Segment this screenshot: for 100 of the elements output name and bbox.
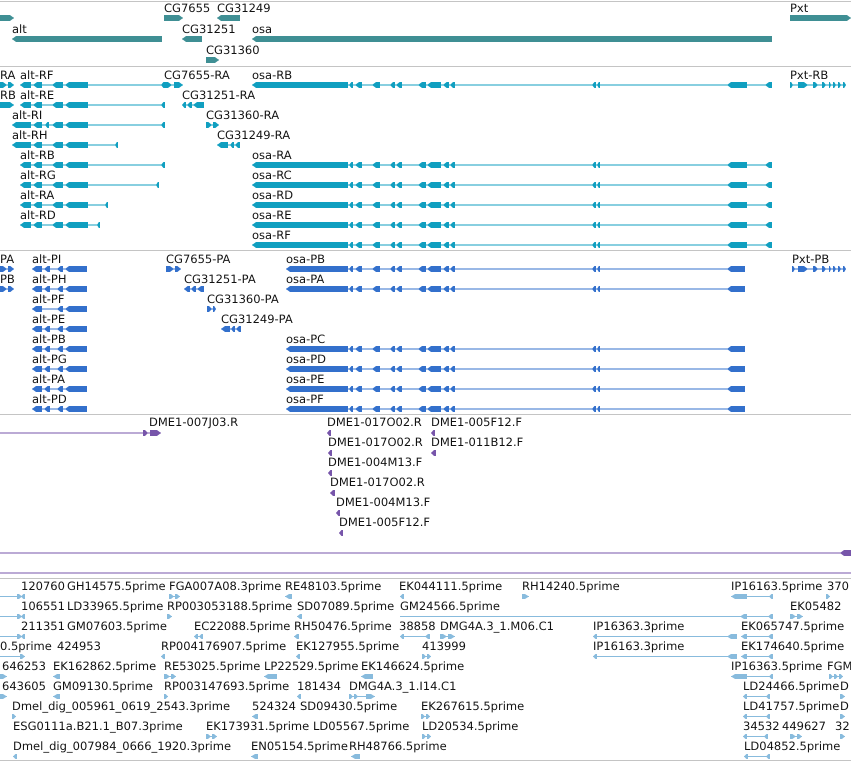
feature-label: RP003147693.5prime [164,679,290,693]
feature-label: LD24466.5prime [743,679,840,693]
feature-label: 106551 [21,599,65,613]
feature-label: DME1-005F12.F [431,415,522,429]
feature-label: RA [0,68,16,82]
feature-label: EK173931.5prime [206,719,310,733]
feature-label: osa-RC [252,168,292,182]
feature-label: DME1-017O02.R [328,435,423,449]
feature-label: osa-PB [286,252,326,266]
feature-label: alt-PG [32,352,67,366]
feature-label: CG7655-RA [164,68,230,82]
feature-label: EK162862.5prime [53,659,156,673]
feature-label: osa [252,22,272,36]
feature-label: GM07603.5prime [67,619,167,633]
feature-label: alt-RF [20,68,54,82]
feature-label: DME1-005F12.F [339,515,430,529]
feature-label: FGM [827,659,851,673]
feature-label: DMG4A.3_1.I14.C1 [349,679,456,693]
feature-label: Dmel_dig_007984_0666_1920.3prime [13,739,232,753]
feature-label: IP16363.3prime [593,619,684,633]
feature-label: osa-RB [252,68,292,82]
feature-label: 643605 [2,679,46,693]
feature-label: LD05567.5prime [313,719,410,733]
feature-label: 524324 [252,699,296,713]
feature-label: alt-PE [32,312,66,326]
feature-label: PA [0,252,14,266]
feature-label: IP16163.5prime [731,579,822,593]
feature-label: CG31251-RA [182,88,256,102]
feature-label: RB [0,88,16,102]
feature-label: GM09130.5prime [53,679,153,693]
feature-label: RE53025.5prime [164,659,260,673]
feature-label: alt-RI [12,108,42,122]
feature-label: 449627 [782,719,826,733]
feature-label: CG31249 [217,2,271,15]
feature-label: CG31360-PA [207,292,279,306]
feature-label: EK267615.5prime [421,699,524,713]
feature-label: RH14240.5prime [522,579,620,593]
feature-label: EK146624.5prime [361,659,464,673]
feature-label: EC22088.5prime [194,619,290,633]
feature-label: Dmel_dig_005961_0619_2543.3prime [12,699,230,713]
feature-label: RH50476.5prime [294,619,392,633]
feature-label: RE48103.5prime [285,579,382,593]
feature-label: 34532 [743,719,780,733]
feature-label: osa-PD [286,352,326,366]
feature-label: LD41757.5prime [743,699,840,713]
feature-label: RP003053188.5prime [167,599,292,613]
feature-label: DME1-007J03.R [149,415,238,429]
feature-label: CG7655-PA [166,252,230,266]
feature-label: CG31249-PA [221,312,293,326]
feature-label: osa-RD [252,188,294,202]
feature-label: EK05482 [790,599,842,613]
feature-label: DME1-011B12.F [431,435,524,449]
feature-label: PB [0,272,15,286]
feature-label: DME1-004M13.F [328,455,422,469]
feature-label: EK044111.5prime [399,579,502,593]
feature-label: osa-PA [286,272,324,286]
feature-label: 38858 [399,619,436,633]
feature-label: DMG4A.3_1.M06.C1 [440,619,554,633]
feature-label: osa-RE [252,208,292,222]
feature-label: alt-RG [20,168,56,182]
feature-label: ESG0111a.B21.1_B07.3prime [13,719,183,733]
feature-label: CG31249-RA [217,128,290,142]
feature-label: alt-PH [32,272,66,286]
feature-label: alt-PA [32,372,65,386]
feature-label: LD20534.5prime [422,719,518,733]
feature-label: CG31251 [182,22,236,36]
feature-label: EK127955.5prime [296,639,400,653]
feature-label: CG7655 [164,2,210,15]
feature-label: EN05154.5prime [251,739,348,753]
feature-label: alt-PI [32,252,62,266]
feature-label: CG31360 [206,43,260,57]
feature-label: alt-RD [20,208,56,222]
feature-label: 370 [827,579,849,593]
feature-label: SD09430.5prime [300,699,398,713]
feature-label: 413999 [422,639,466,653]
feature-label: SD07089.5prime [297,599,394,613]
feature-label: Pxt [790,2,808,15]
feature-label: Pxt-RB [790,68,828,82]
feature-label: LD04852.5prime [744,739,840,753]
feature-label: alt-RE [20,88,54,102]
feature-label: RH48766.5prime [349,739,447,753]
feature-label: alt-RH [12,128,48,142]
feature-label: D [840,699,849,713]
feature-label: FGA007A08.3prime [169,579,282,593]
feature-label: 211351 [21,619,65,633]
feature-label: 646253 [2,659,46,673]
feature-label: LP22529.5prime [264,659,358,673]
feature-label: CG31360-RA [206,108,280,122]
feature-label: alt-PB [32,332,66,346]
feature-label: 120760 [21,579,65,593]
feature-label: alt-PF [32,292,64,306]
feature-label: DME1-017O02.R [330,475,425,489]
feature-label: 181434 [297,679,341,693]
feature-label: D [840,679,849,693]
feature-label: osa-RA [252,148,292,162]
feature-label: DME1-017O02.R [327,415,422,429]
feature-label: IP16163.3prime [593,639,684,653]
feature-label: CG31251-PA [184,272,256,286]
feature-label: 0.5prime [0,639,52,653]
feature-label: 424953 [57,639,101,653]
